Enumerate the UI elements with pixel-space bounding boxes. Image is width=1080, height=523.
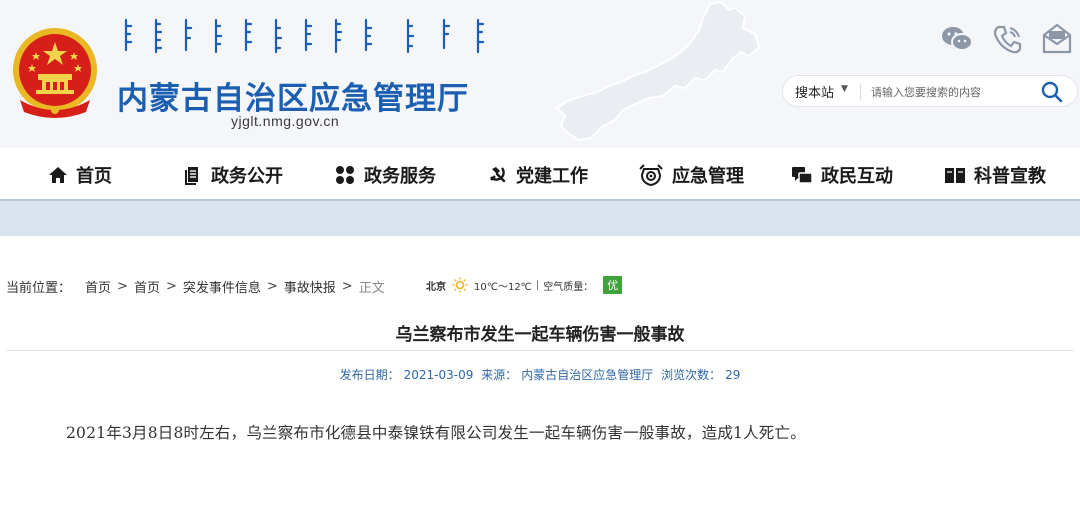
- party-icon: [490, 167, 506, 183]
- publish-date-label: 发布日期：: [339, 368, 400, 382]
- site-header: 内蒙古自治区应急管理厅 yjglt.nmg.gov.cn 搜本站 ▼: [0, 0, 1080, 148]
- nav-item-label: 党建工作: [516, 166, 588, 187]
- site-title[interactable]: 内蒙古自治区应急管理厅: [117, 73, 469, 118]
- weather-temperature: 10℃～12℃: [474, 281, 532, 293]
- nav-item-label: 政民互动: [821, 166, 893, 187]
- search-input[interactable]: [871, 82, 1031, 102]
- breadcrumb-item-accident-reports[interactable]: 事故快报: [284, 277, 336, 296]
- breadcrumb-item-home-2[interactable]: 首页: [134, 277, 160, 296]
- nav-item-science-edu[interactable]: 科普宣教: [944, 162, 1046, 188]
- article-title: 乌兰察布市发生一起车辆伤害一般事故: [395, 325, 685, 345]
- site-domain: yjglt.nmg.gov.cn: [231, 113, 340, 129]
- search-box: 搜本站 ▼: [782, 75, 1078, 107]
- search-icon[interactable]: [1041, 81, 1063, 103]
- nav-item-label: 首页: [76, 166, 112, 187]
- nav-item-gov-affairs[interactable]: 政务公开: [183, 162, 283, 188]
- nav-item-label: 应急管理: [672, 166, 744, 187]
- wechat-icon[interactable]: [940, 22, 974, 56]
- nav-item-label: 政务公开: [211, 166, 283, 187]
- main-nav: 首页 政务公开 政务服务 党建工作 应急管理 政民互动 科普宣教: [0, 148, 1080, 202]
- services-icon: [336, 166, 354, 184]
- breadcrumb-separator: >: [165, 278, 177, 294]
- views-label: 浏览次数：: [661, 368, 722, 382]
- breadcrumb-item-home[interactable]: 首页: [85, 277, 111, 296]
- breadcrumb: 当前位置： 首页 > 首页 > 突发事件信息 > 事故快报 > 正文: [6, 277, 385, 296]
- nav-item-home[interactable]: 首页: [48, 162, 112, 188]
- nav-item-emergency-mgmt[interactable]: 应急管理: [638, 162, 744, 188]
- nav-item-label: 科普宣教: [974, 166, 1046, 187]
- mail-icon[interactable]: [1040, 22, 1074, 56]
- weather-city: 北京: [426, 281, 446, 293]
- mongolian-script-logo: [124, 18, 485, 54]
- breadcrumb-prefix: 当前位置：: [6, 280, 72, 296]
- sun-icon: [452, 277, 468, 293]
- weather-widget: 北京 10℃～12℃ | 空气质量： 优: [426, 276, 623, 294]
- breadcrumb-separator: >: [341, 278, 353, 294]
- publish-date: 2021-03-09: [403, 368, 474, 382]
- emergency-icon: [639, 164, 663, 187]
- nav-item-label: 政务服务: [364, 166, 436, 187]
- nav-submenu-band: [0, 199, 1080, 236]
- views-count: 29: [725, 368, 741, 382]
- search-scope-label[interactable]: 搜本站: [795, 82, 834, 101]
- weather-divider: |: [535, 279, 540, 291]
- source-value: 内蒙古自治区应急管理厅: [521, 368, 654, 382]
- nav-item-interaction[interactable]: 政民互动: [791, 162, 893, 188]
- article-meta: 发布日期： 2021-03-09 来源： 内蒙古自治区应急管理厅 浏览次数： 29: [0, 366, 1080, 383]
- article-body: 2021年3月8日8时左右，乌兰察布市化德县中泰镍铁有限公司发生一起车辆伤害一般…: [66, 424, 806, 442]
- top-icons: [940, 22, 1080, 58]
- title-divider: [6, 350, 1074, 351]
- air-quality-badge: 优: [603, 276, 623, 294]
- nav-item-gov-services[interactable]: 政务服务: [334, 162, 436, 188]
- chevron-down-icon[interactable]: ▼: [841, 84, 848, 94]
- book-icon: [945, 168, 965, 183]
- breadcrumb-current: 正文: [358, 280, 385, 296]
- breadcrumb-separator: >: [266, 278, 278, 294]
- home-icon: [49, 167, 67, 183]
- interaction-icon: [792, 167, 813, 184]
- phone-icon[interactable]: [990, 22, 1024, 56]
- air-quality-label: 空气质量：: [543, 281, 594, 293]
- source-label: 来源：: [481, 368, 518, 382]
- map-silhouette-icon: [555, 0, 761, 142]
- breadcrumb-separator: >: [117, 278, 128, 294]
- breadcrumb-item-emergency-events[interactable]: 突发事件信息: [183, 277, 261, 296]
- search-divider: [860, 84, 861, 100]
- national-emblem-icon: [13, 28, 97, 118]
- nav-item-party-building[interactable]: 党建工作: [488, 162, 588, 188]
- document-icon: [185, 167, 198, 185]
